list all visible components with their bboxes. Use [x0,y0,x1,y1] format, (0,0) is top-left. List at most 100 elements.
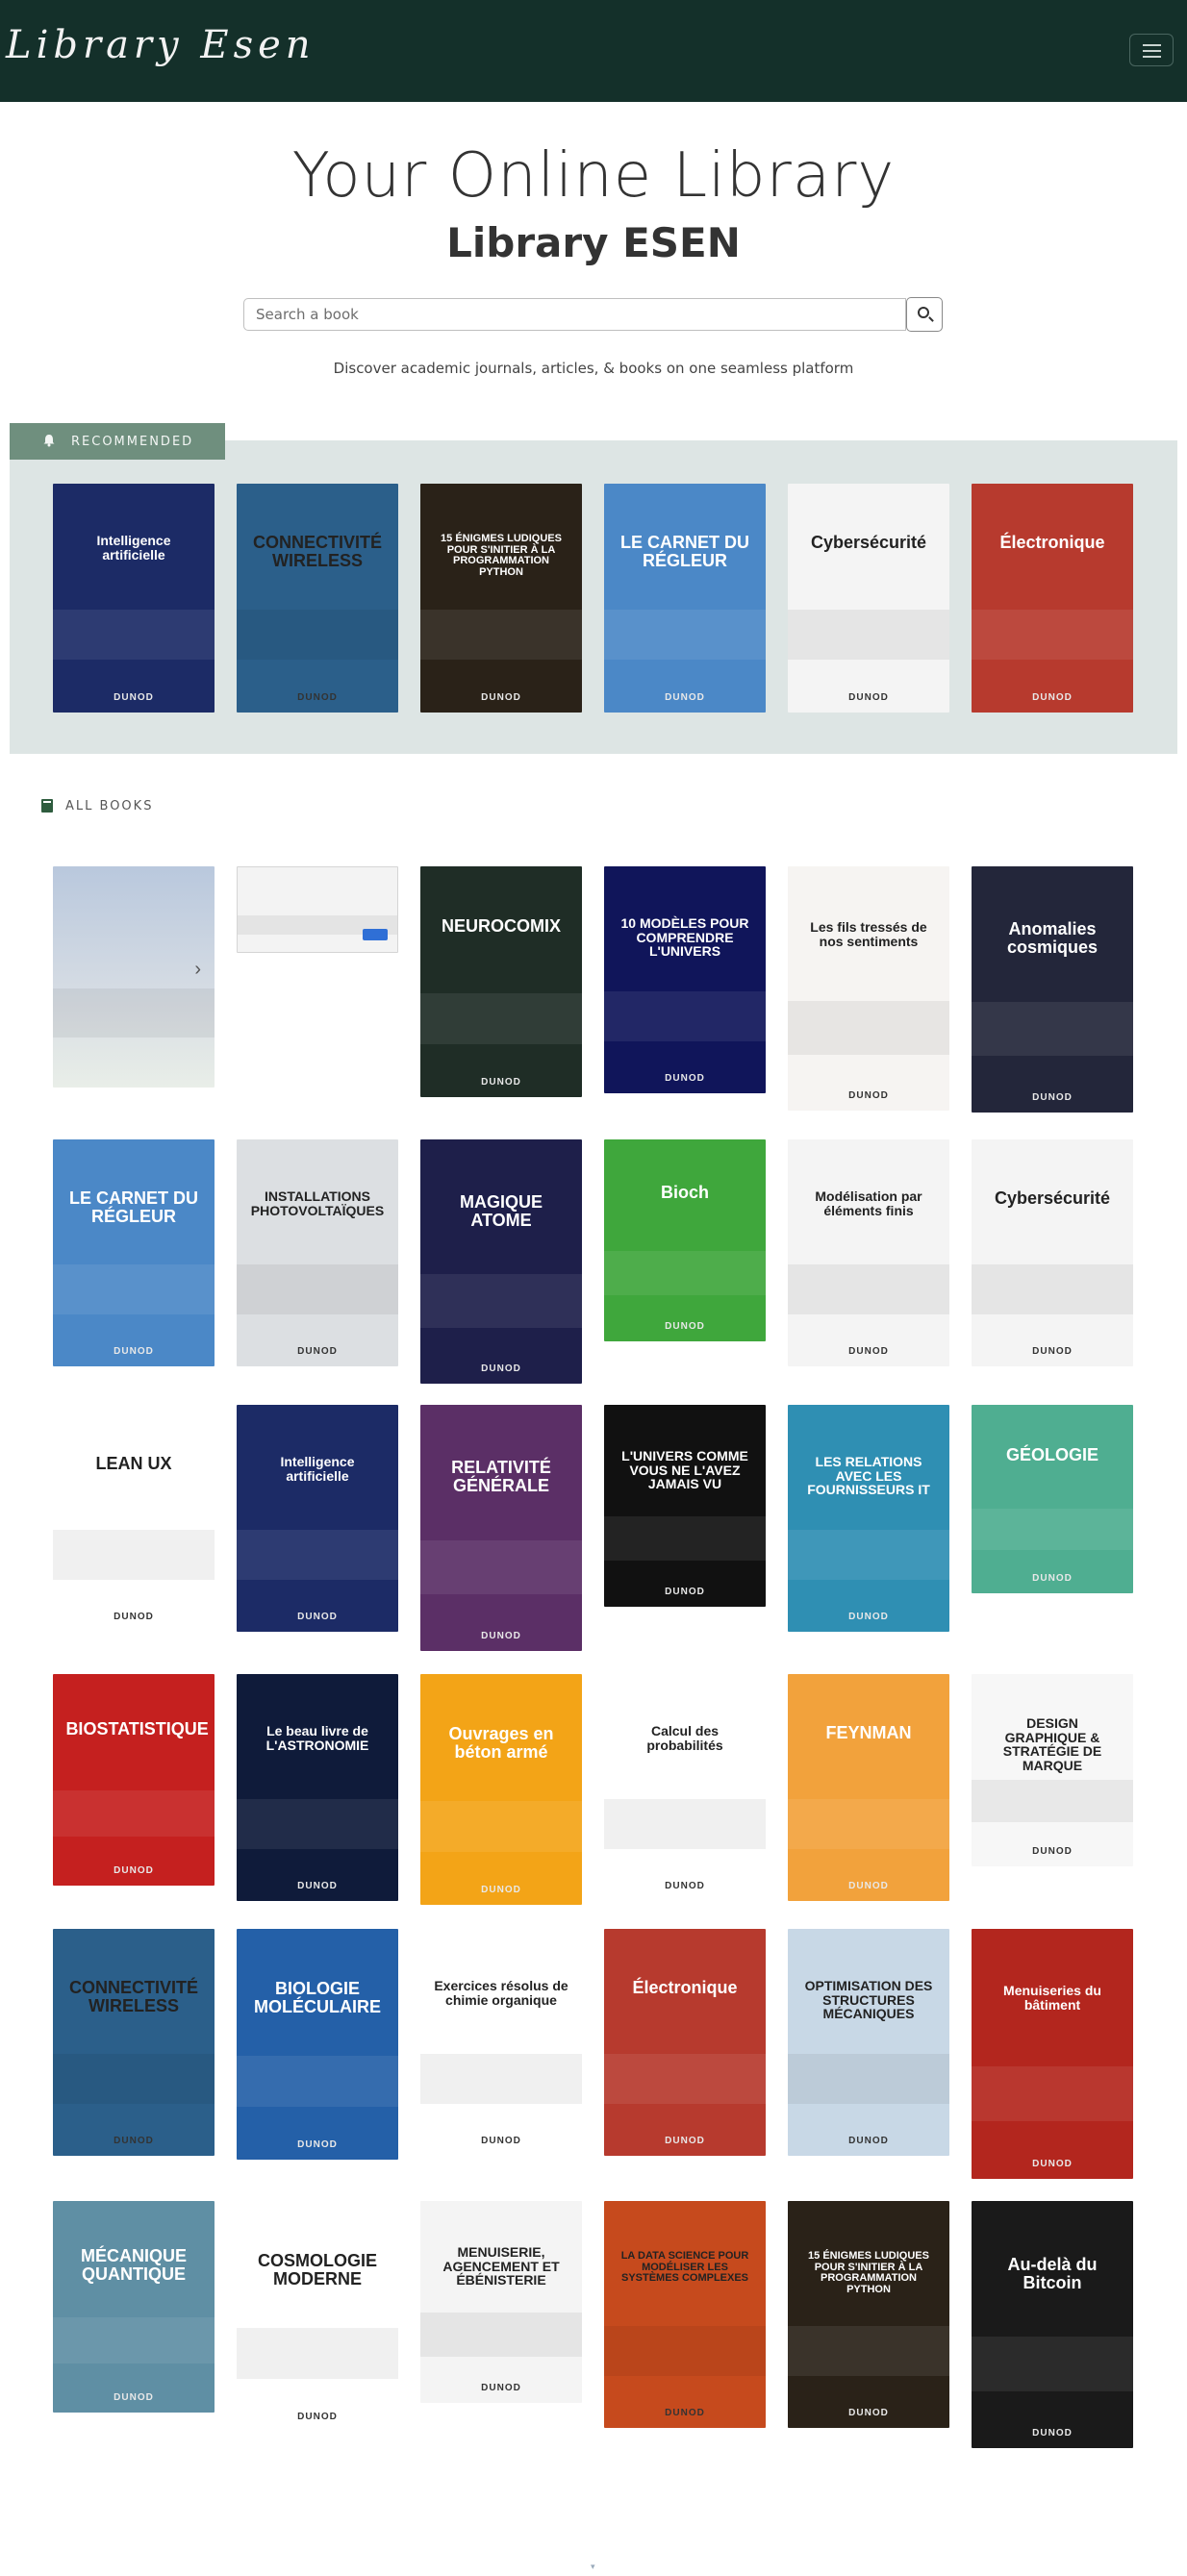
all-books-book-cover[interactable]: L'UNIVERS COMME VOUS NE L'AVEZ JAMAIS VU… [604,1405,766,1607]
all-books-book-cover[interactable]: INSTALLATIONS PHOTOVOLTAÏQUES DUNOD [237,1139,398,1366]
all-books-book-cover[interactable]: RELATIVITÉ GÉNÉRALE DUNOD [420,1405,582,1651]
recommended-book-cover[interactable]: CONNECTIVITÉ WIRELESS DUNOD [237,484,398,713]
scroll-indicator: ▾ [591,2562,595,2571]
all-books-book-cover[interactable]: NEUROCOMIX DUNOD [420,866,582,1097]
all-books-book-cover[interactable]: Les fils tressés de nos sentiments DUNOD [788,866,949,1111]
tagline: Discover academic journals, articles, & … [333,360,854,377]
all-books-book-cover[interactable]: MENUISERIE, AGENCEMENT ET ÉBÉNISTERIE DUN… [420,2201,582,2403]
book-title: Intelligence artificielle [96,533,171,563]
book-title: Cybersécurité [994,1188,1111,1208]
book-title: MAGIQUE ATOME [459,1192,543,1230]
all-books-book-cover[interactable]: BIOSTATISTIQUE DUNOD [53,1674,215,1886]
book-title: FEYNMAN [825,1723,912,1742]
all-books-book-cover[interactable]: Bioch DUNOD [604,1139,766,1341]
recommended-tab: RECOMMENDED [10,423,225,460]
publisher-logo: DUNOD [114,692,154,703]
all-books-book-cover[interactable]: Anomalies cosmiques DUNOD [972,866,1133,1113]
publisher-logo: DUNOD [665,2136,705,2146]
book-title: LES RELATIONS AVEC LES FOURNISSEURS IT [807,1454,930,1498]
all-books-book-cover[interactable]: Intelligence artificielle DUNOD [237,1405,398,1632]
all-books-book-cover[interactable]: MAGIQUE ATOME DUNOD [420,1139,582,1384]
all-books-book-cover[interactable]: BIOLOGIE MOLÉCULAIRE DUNOD [237,1929,398,2160]
book-title: MÉCANIQUE QUANTIQUE [80,2246,187,2284]
book-title: Exercices résolus de chimie organique [434,1978,568,2008]
publisher-logo: DUNOD [1032,2159,1073,2169]
all-books-book-cover[interactable]: Électronique DUNOD [604,1929,766,2156]
publisher-logo: DUNOD [481,2383,521,2393]
all-books-book-cover[interactable]: FEYNMAN DUNOD [788,1674,949,1901]
publisher-logo: DUNOD [297,2412,338,2422]
book-title: Le beau livre de L'ASTRONOMIE [265,1723,369,1753]
next-arrow-icon[interactable]: › [194,959,201,981]
book-title: Ouvrages en béton armé [448,1724,554,1762]
book-title: L'UNIVERS COMME VOUS NE L'AVEZ JAMAIS VU [621,1448,748,1492]
book-title: Anomalies cosmiques [1006,919,1099,957]
all-books-book-cover[interactable]: Modélisation par éléments finis DUNOD [788,1139,949,1366]
recommended-book-cover[interactable]: Intelligence artificielle DUNOD [53,484,215,713]
book-title: MENUISERIE, AGENCEMENT ET ÉBÉNISTERIE [442,2244,560,2288]
publisher-logo: DUNOD [481,1631,521,1641]
recommended-book-cover[interactable]: 15 ÉNIGMES LUDIQUES POUR S'INITIER À LA … [420,484,582,713]
all-books-book-cover[interactable]: LA DATA SCIENCE POUR MODÉLISER LES SYSTÈ… [604,2201,766,2428]
all-books-book-cover[interactable]: Calcul des probabilités DUNOD [604,1674,766,1901]
book-title: OPTIMISATION DES STRUCTURES MÉCANIQUES [804,1978,933,2022]
all-books-book-cover[interactable]: Menuiseries du bâtiment DUNOD [972,1929,1133,2179]
all-books-book-cover[interactable]: LES RELATIONS AVEC LES FOURNISSEURS IT DU… [788,1405,949,1632]
recommended-label: RECOMMENDED [71,435,194,449]
all-books-book-cover[interactable]: COSMOLOGIE MODERNE DUNOD [237,2201,398,2432]
publisher-logo: DUNOD [848,2136,889,2146]
publisher-logo: DUNOD [665,1587,705,1597]
all-books-book-cover[interactable]: MÉCANIQUE QUANTIQUE DUNOD [53,2201,215,2413]
all-books-book-cover[interactable]: 15 ÉNIGMES LUDIQUES POUR S'INITIER À LA … [788,2201,949,2428]
book-title: LE CARNET DU RÉGLEUR [69,1188,198,1226]
book-title: BIOLOGIE MOLÉCULAIRE [254,1979,381,2016]
book-title: 15 ÉNIGMES LUDIQUES POUR S'INITIER À LA … [441,533,562,578]
page-subtitle: Library ESEN [446,219,741,266]
publisher-logo: DUNOD [114,1612,154,1622]
all-books-book-cover[interactable]: 10 MODÈLES POUR COMPRENDRE L'UNIVERS DUNO… [604,866,766,1093]
search-button[interactable] [906,297,943,332]
publisher-logo: DUNOD [848,1881,889,1891]
recommended-book-cover[interactable]: Électronique DUNOD [972,484,1133,713]
all-books-book-cover[interactable]: Cybersécurité DUNOD [972,1139,1133,1366]
book-title: 15 ÉNIGMES LUDIQUES POUR S'INITIER À LA … [808,2250,929,2295]
publisher-logo: DUNOD [114,2136,154,2146]
book-title: Au-delà du Bitcoin [1007,2255,1098,2292]
all-books-book-cover[interactable]: › [53,866,215,1088]
site-logo[interactable]: Library Esen [6,23,316,67]
recommended-book-cover[interactable]: LE CARNET DU RÉGLEUR DUNOD [604,484,766,713]
search-input[interactable] [243,298,906,331]
hamburger-menu-icon[interactable] [1129,34,1174,66]
all-books-book-cover[interactable]: LEAN UX DUNOD [53,1405,215,1632]
all-books-book-cover[interactable]: Ouvrages en béton armé DUNOD [420,1674,582,1905]
all-books-book-cover[interactable]: Exercices résolus de chimie organique DUN… [420,1929,582,2156]
book-title: LEAN UX [95,1454,172,1473]
book-title: COSMOLOGIE MODERNE [257,2251,377,2288]
publisher-logo: DUNOD [297,1612,338,1622]
book-title: DESIGN GRAPHIQUE & STRATÉGIE DE MARQUE [1002,1715,1102,1774]
all-books-book-cover[interactable]: CONNECTIVITÉ WIRELESS DUNOD [53,1929,215,2156]
publisher-logo: DUNOD [665,1073,705,1084]
all-books-book-cover[interactable]: DESIGN GRAPHIQUE & STRATÉGIE DE MARQUE DU… [972,1674,1133,1866]
all-books-book-cover[interactable]: LE CARNET DU RÉGLEUR DUNOD [53,1139,215,1366]
all-books-book-cover[interactable]: Au-delà du Bitcoin DUNOD [972,2201,1133,2448]
all-books-book-cover[interactable]: GÉOLOGIE DUNOD [972,1405,1133,1593]
publisher-logo: DUNOD [848,692,889,703]
dialog-button-icon [363,929,388,940]
book-title: Cybersécurité [810,533,927,552]
book-title: INSTALLATIONS PHOTOVOLTAÏQUES [250,1188,385,1218]
all-books-book-cover[interactable] [237,866,398,953]
publisher-logo: DUNOD [1032,2428,1073,2438]
publisher-logo: DUNOD [481,1077,521,1088]
publisher-logo: DUNOD [114,1346,154,1357]
publisher-logo: DUNOD [481,1885,521,1895]
book-title: CONNECTIVITÉ WIRELESS [68,1978,198,2015]
recommended-book-cover[interactable]: Cybersécurité DUNOD [788,484,949,713]
all-books-book-cover[interactable]: Le beau livre de L'ASTRONOMIE DUNOD [237,1674,398,1901]
book-title: GÉOLOGIE [1005,1445,1099,1464]
book-title: NEUROCOMIX [441,916,561,936]
publisher-logo: DUNOD [665,2408,705,2418]
book-title: Les fils tressés de nos sentiments [810,919,927,949]
all-books-book-cover[interactable]: OPTIMISATION DES STRUCTURES MÉCANIQUES DU… [788,1929,949,2156]
book-title: LE CARNET DU RÉGLEUR [620,533,749,570]
